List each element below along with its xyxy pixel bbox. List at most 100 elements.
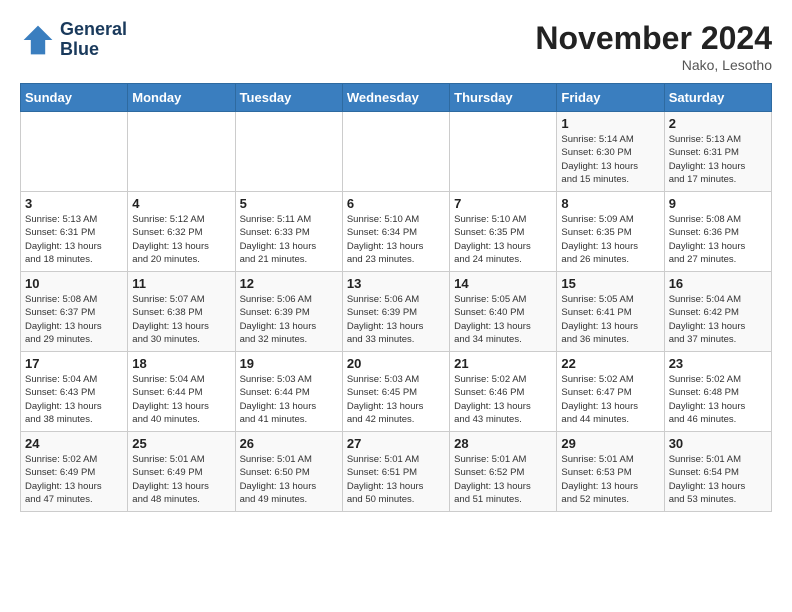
day-info: Sunrise: 5:02 AM Sunset: 6:48 PM Dayligh… [669, 373, 767, 426]
day-number: 8 [561, 196, 659, 211]
day-number: 9 [669, 196, 767, 211]
day-info: Sunrise: 5:04 AM Sunset: 6:43 PM Dayligh… [25, 373, 123, 426]
month-title: November 2024 [535, 20, 772, 57]
day-number: 5 [240, 196, 338, 211]
calendar-cell: 26 Sunrise: 5:01 AM Sunset: 6:50 PM Dayli… [235, 432, 342, 512]
day-number: 16 [669, 276, 767, 291]
calendar-cell: 19 Sunrise: 5:03 AM Sunset: 6:44 PM Dayli… [235, 352, 342, 432]
calendar-cell [342, 112, 449, 192]
weekday-header: Wednesday [342, 84, 449, 112]
weekday-header: Thursday [450, 84, 557, 112]
calendar-cell: 15 Sunrise: 5:05 AM Sunset: 6:41 PM Dayli… [557, 272, 664, 352]
day-info: Sunrise: 5:04 AM Sunset: 6:42 PM Dayligh… [669, 293, 767, 346]
day-number: 30 [669, 436, 767, 451]
day-number: 12 [240, 276, 338, 291]
day-number: 22 [561, 356, 659, 371]
calendar-week-row: 10Sunrise: 5:08 AM Sunset: 6:37 PM Dayli… [21, 272, 772, 352]
day-info: Sunrise: 5:01 AM Sunset: 6:54 PM Dayligh… [669, 453, 767, 506]
day-info: Sunrise: 5:02 AM Sunset: 6:47 PM Dayligh… [561, 373, 659, 426]
calendar-cell: 9 Sunrise: 5:08 AM Sunset: 6:36 PM Daylig… [664, 192, 771, 272]
day-info: Sunrise: 5:01 AM Sunset: 6:51 PM Dayligh… [347, 453, 445, 506]
day-info: Sunrise: 5:02 AM Sunset: 6:46 PM Dayligh… [454, 373, 552, 426]
day-number: 14 [454, 276, 552, 291]
logo: General Blue [20, 20, 127, 60]
calendar-week-row: 1 Sunrise: 5:14 AM Sunset: 6:30 PM Daylig… [21, 112, 772, 192]
day-number: 7 [454, 196, 552, 211]
day-number: 1 [561, 116, 659, 131]
day-info: Sunrise: 5:11 AM Sunset: 6:33 PM Dayligh… [240, 213, 338, 266]
day-number: 20 [347, 356, 445, 371]
day-info: Sunrise: 5:09 AM Sunset: 6:35 PM Dayligh… [561, 213, 659, 266]
day-info: Sunrise: 5:03 AM Sunset: 6:44 PM Dayligh… [240, 373, 338, 426]
calendar-cell [235, 112, 342, 192]
calendar-cell: 6Sunrise: 5:10 AM Sunset: 6:34 PM Daylig… [342, 192, 449, 272]
weekday-header: Monday [128, 84, 235, 112]
day-info: Sunrise: 5:08 AM Sunset: 6:36 PM Dayligh… [669, 213, 767, 266]
calendar-cell [21, 112, 128, 192]
day-info: Sunrise: 5:01 AM Sunset: 6:50 PM Dayligh… [240, 453, 338, 506]
day-number: 10 [25, 276, 123, 291]
calendar-cell: 8 Sunrise: 5:09 AM Sunset: 6:35 PM Daylig… [557, 192, 664, 272]
weekday-header: Sunday [21, 84, 128, 112]
day-info: Sunrise: 5:05 AM Sunset: 6:40 PM Dayligh… [454, 293, 552, 346]
weekday-header-row: SundayMondayTuesdayWednesdayThursdayFrid… [21, 84, 772, 112]
day-info: Sunrise: 5:02 AM Sunset: 6:49 PM Dayligh… [25, 453, 123, 506]
calendar-cell: 5 Sunrise: 5:11 AM Sunset: 6:33 PM Daylig… [235, 192, 342, 272]
calendar-cell: 29Sunrise: 5:01 AM Sunset: 6:53 PM Dayli… [557, 432, 664, 512]
calendar-week-row: 24 Sunrise: 5:02 AM Sunset: 6:49 PM Dayli… [21, 432, 772, 512]
day-info: Sunrise: 5:04 AM Sunset: 6:44 PM Dayligh… [132, 373, 230, 426]
calendar-table: SundayMondayTuesdayWednesdayThursdayFrid… [20, 83, 772, 512]
calendar-cell: 11 Sunrise: 5:07 AM Sunset: 6:38 PM Dayli… [128, 272, 235, 352]
day-info: Sunrise: 5:06 AM Sunset: 6:39 PM Dayligh… [240, 293, 338, 346]
calendar-cell: 3Sunrise: 5:13 AM Sunset: 6:31 PM Daylig… [21, 192, 128, 272]
title-area: November 2024 Nako, Lesotho [535, 20, 772, 73]
calendar-cell: 14 Sunrise: 5:05 AM Sunset: 6:40 PM Dayli… [450, 272, 557, 352]
day-info: Sunrise: 5:05 AM Sunset: 6:41 PM Dayligh… [561, 293, 659, 346]
day-number: 25 [132, 436, 230, 451]
day-number: 29 [561, 436, 659, 451]
day-number: 26 [240, 436, 338, 451]
location: Nako, Lesotho [535, 57, 772, 73]
calendar-cell: 17 Sunrise: 5:04 AM Sunset: 6:43 PM Dayli… [21, 352, 128, 432]
day-info: Sunrise: 5:14 AM Sunset: 6:30 PM Dayligh… [561, 133, 659, 186]
page-header: General Blue November 2024 Nako, Lesotho [20, 20, 772, 73]
weekday-header: Friday [557, 84, 664, 112]
day-number: 24 [25, 436, 123, 451]
calendar-cell: 23 Sunrise: 5:02 AM Sunset: 6:48 PM Dayli… [664, 352, 771, 432]
day-number: 15 [561, 276, 659, 291]
logo-icon [20, 22, 56, 58]
day-info: Sunrise: 5:01 AM Sunset: 6:49 PM Dayligh… [132, 453, 230, 506]
day-number: 19 [240, 356, 338, 371]
day-number: 4 [132, 196, 230, 211]
day-info: Sunrise: 5:07 AM Sunset: 6:38 PM Dayligh… [132, 293, 230, 346]
day-info: Sunrise: 5:10 AM Sunset: 6:34 PM Dayligh… [347, 213, 445, 266]
calendar-cell: 25 Sunrise: 5:01 AM Sunset: 6:49 PM Dayli… [128, 432, 235, 512]
day-number: 17 [25, 356, 123, 371]
calendar-cell: 13 Sunrise: 5:06 AM Sunset: 6:39 PM Dayli… [342, 272, 449, 352]
day-number: 2 [669, 116, 767, 131]
day-number: 23 [669, 356, 767, 371]
calendar-cell: 18Sunrise: 5:04 AM Sunset: 6:44 PM Dayli… [128, 352, 235, 432]
day-number: 21 [454, 356, 552, 371]
calendar-cell: 4Sunrise: 5:12 AM Sunset: 6:32 PM Daylig… [128, 192, 235, 272]
calendar-week-row: 17 Sunrise: 5:04 AM Sunset: 6:43 PM Dayli… [21, 352, 772, 432]
day-info: Sunrise: 5:03 AM Sunset: 6:45 PM Dayligh… [347, 373, 445, 426]
calendar-cell: 21 Sunrise: 5:02 AM Sunset: 6:46 PM Dayli… [450, 352, 557, 432]
calendar-cell: 7Sunrise: 5:10 AM Sunset: 6:35 PM Daylig… [450, 192, 557, 272]
calendar-cell: 16 Sunrise: 5:04 AM Sunset: 6:42 PM Dayli… [664, 272, 771, 352]
day-info: Sunrise: 5:06 AM Sunset: 6:39 PM Dayligh… [347, 293, 445, 346]
weekday-header: Tuesday [235, 84, 342, 112]
calendar-cell: 27Sunrise: 5:01 AM Sunset: 6:51 PM Dayli… [342, 432, 449, 512]
calendar-cell: 28Sunrise: 5:01 AM Sunset: 6:52 PM Dayli… [450, 432, 557, 512]
calendar-cell: 20 Sunrise: 5:03 AM Sunset: 6:45 PM Dayli… [342, 352, 449, 432]
logo-line1: General [60, 20, 127, 40]
day-number: 13 [347, 276, 445, 291]
calendar-cell: 2Sunrise: 5:13 AM Sunset: 6:31 PM Daylig… [664, 112, 771, 192]
logo-line2: Blue [60, 40, 127, 60]
day-number: 11 [132, 276, 230, 291]
calendar-cell: 10Sunrise: 5:08 AM Sunset: 6:37 PM Dayli… [21, 272, 128, 352]
calendar-cell [450, 112, 557, 192]
calendar-cell: 12 Sunrise: 5:06 AM Sunset: 6:39 PM Dayli… [235, 272, 342, 352]
calendar-cell: 1 Sunrise: 5:14 AM Sunset: 6:30 PM Daylig… [557, 112, 664, 192]
day-number: 28 [454, 436, 552, 451]
